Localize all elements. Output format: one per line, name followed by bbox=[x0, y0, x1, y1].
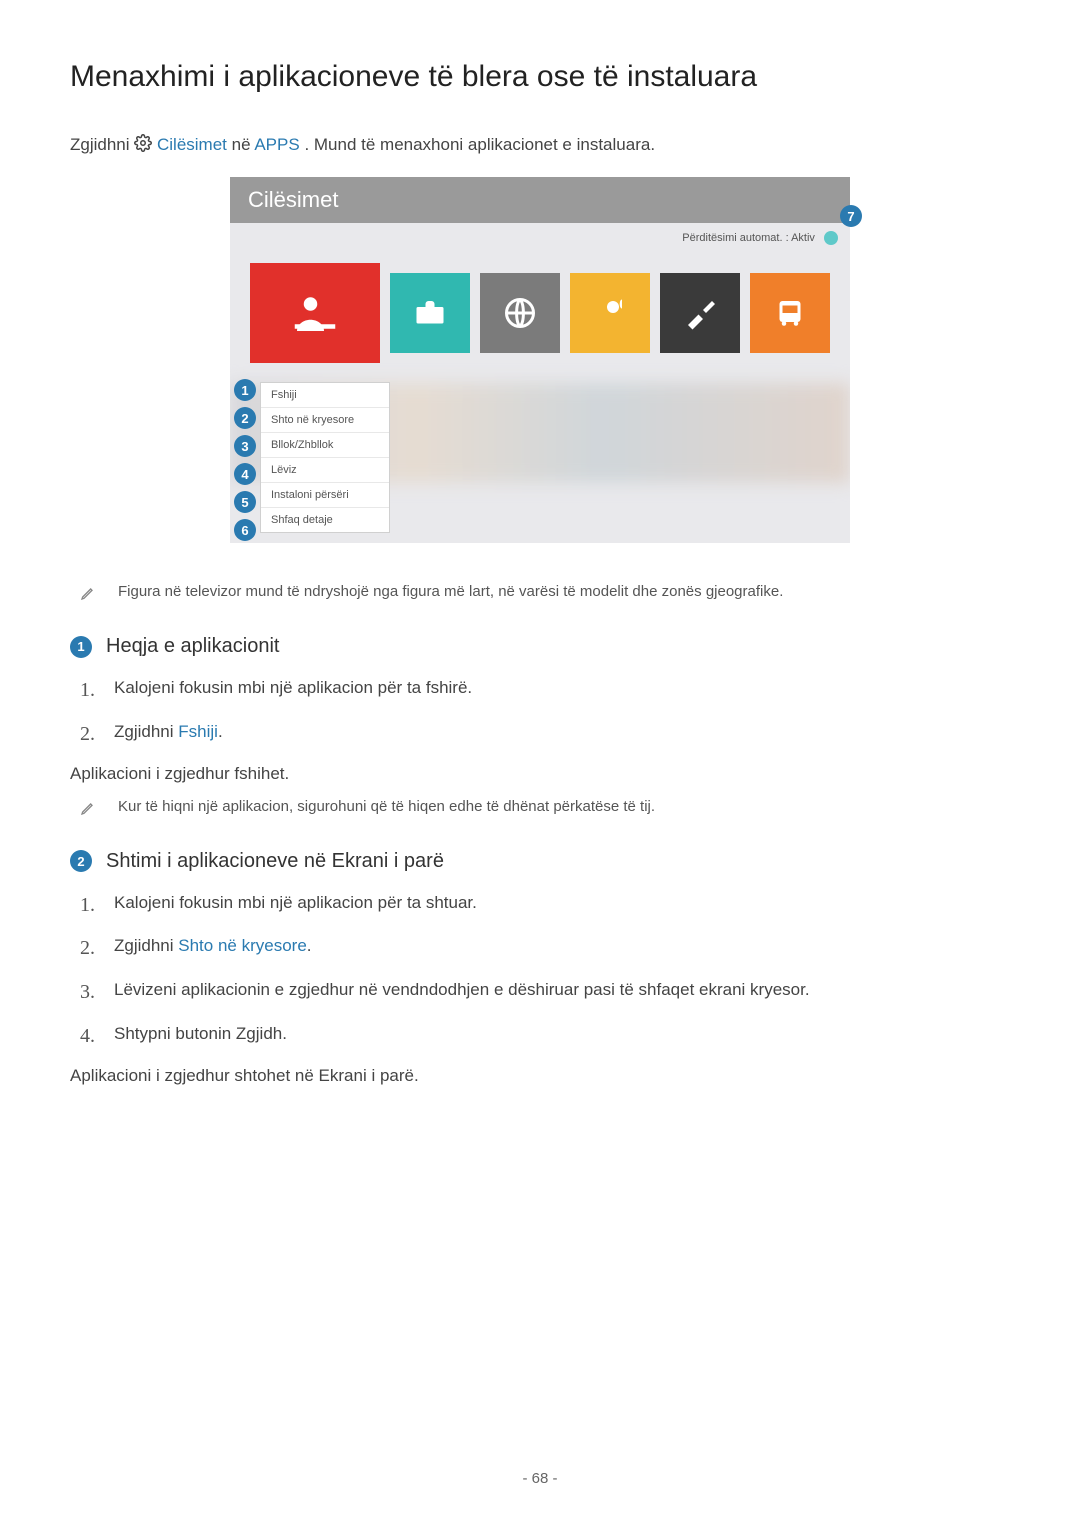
page-title: Menaxhimi i aplikacioneve të blera ose t… bbox=[70, 60, 1010, 94]
section-1-result: Aplikacioni i zgjedhur fshihet. bbox=[70, 764, 1010, 784]
callout-5: 5 bbox=[234, 491, 256, 513]
app-tile-bus[interactable] bbox=[750, 273, 830, 353]
figure-note: Figura në televizor mund të ndryshojë ng… bbox=[80, 583, 1010, 605]
app-tile-briefcase[interactable] bbox=[390, 273, 470, 353]
section-1-title: Heqja e aplikacionit bbox=[106, 635, 279, 658]
section-1-note: Kur të hiqni një aplikacion, sigurohuni … bbox=[80, 798, 1010, 820]
app-tile-food[interactable] bbox=[570, 273, 650, 353]
gear-icon bbox=[134, 134, 152, 157]
figure-header: Cilësimet bbox=[230, 177, 850, 223]
callout-1: 1 bbox=[234, 379, 256, 401]
auto-update-row: Përditësimi automat. : Aktiv bbox=[230, 223, 850, 253]
intro-pre: Zgjidhni bbox=[70, 135, 134, 154]
section-1-heading: 1 Heqja e aplikacionit bbox=[70, 635, 1010, 658]
s1-step-1-text: Kalojeni fokusin mbi një aplikacion për … bbox=[114, 678, 472, 697]
callout-7: 7 bbox=[840, 205, 862, 227]
s2-step-3: Lëvizeni aplikacionin e zgjedhur në vend… bbox=[80, 978, 1010, 1002]
app-tile-tools[interactable] bbox=[660, 273, 740, 353]
s1-step-2-link[interactable]: Fshiji bbox=[178, 722, 218, 741]
s1-step-1: Kalojeni fokusin mbi një aplikacion për … bbox=[80, 676, 1010, 700]
pencil-icon bbox=[80, 585, 98, 605]
menu-item-reinstall[interactable]: Instaloni përsëri bbox=[261, 483, 389, 508]
menu-item-lock[interactable]: Bllok/Zhbllok bbox=[261, 433, 389, 458]
callout-2: 2 bbox=[234, 407, 256, 429]
figure-note-text: Figura në televizor mund të ndryshojë ng… bbox=[118, 583, 783, 605]
s1-step-2: Zgjidhni Fshiji. bbox=[80, 720, 1010, 744]
intro-line: Zgjidhni Cilësimet në APPS . Mund të men… bbox=[70, 134, 1010, 157]
s2-step-3-text: Lëvizeni aplikacionin e zgjedhur në vend… bbox=[114, 980, 810, 999]
s1-step-2-pre: Zgjidhni bbox=[114, 722, 178, 741]
toggle-on-icon[interactable] bbox=[824, 231, 838, 245]
section-2-heading: 2 Shtimi i aplikacioneve në Ekrani i par… bbox=[70, 850, 1010, 873]
menu-item-add-home[interactable]: Shto në kryesore bbox=[261, 408, 389, 433]
section-1-note-text: Kur të hiqni një aplikacion, sigurohuni … bbox=[118, 798, 655, 820]
s2-step-4-text: Shtypni butonin Zgjidh. bbox=[114, 1024, 287, 1043]
s2-step-1-text: Kalojeni fokusin mbi një aplikacion për … bbox=[114, 893, 477, 912]
s1-step-2-post: . bbox=[218, 722, 223, 741]
app-tile-featured[interactable] bbox=[250, 263, 380, 363]
callout-6: 6 bbox=[234, 519, 256, 541]
menu-item-details[interactable]: Shfaq detaje bbox=[261, 508, 389, 532]
section-2-result: Aplikacioni i zgjedhur shtohet në Ekrani… bbox=[70, 1066, 1010, 1086]
section-2-steps: Kalojeni fokusin mbi një aplikacion për … bbox=[80, 891, 1010, 1046]
s2-step-2-link[interactable]: Shto në kryesore bbox=[178, 936, 307, 955]
menu-item-delete[interactable]: Fshiji bbox=[261, 383, 389, 408]
intro-link-apps[interactable]: APPS bbox=[254, 135, 299, 154]
context-menu: Fshiji Shto në kryesore Bllok/Zhbllok Lë… bbox=[260, 382, 390, 533]
s2-step-2-post: . bbox=[307, 936, 312, 955]
callout-3: 3 bbox=[234, 435, 256, 457]
section-1-badge: 1 bbox=[70, 636, 92, 658]
callout-4: 4 bbox=[234, 463, 256, 485]
s2-step-2: Zgjidhni Shto në kryesore. bbox=[80, 934, 1010, 958]
s2-step-1: Kalojeni fokusin mbi një aplikacion për … bbox=[80, 891, 1010, 915]
s2-step-2-pre: Zgjidhni bbox=[114, 936, 178, 955]
app-tile-globe[interactable] bbox=[480, 273, 560, 353]
pencil-icon bbox=[80, 800, 98, 820]
menu-item-move[interactable]: Lëviz bbox=[261, 458, 389, 483]
section-2-title: Shtimi i aplikacioneve në Ekrani i parë bbox=[106, 850, 444, 873]
section-2-badge: 2 bbox=[70, 850, 92, 872]
settings-figure: Cilësimet Përditësimi automat. : Aktiv F… bbox=[230, 177, 850, 543]
auto-update-label: Përditësimi automat. : Aktiv bbox=[682, 232, 815, 244]
section-1-steps: Kalojeni fokusin mbi një aplikacion për … bbox=[80, 676, 1010, 744]
app-tile-row bbox=[230, 253, 850, 363]
intro-link-settings[interactable]: Cilësimet bbox=[157, 135, 227, 154]
intro-mid: në bbox=[232, 135, 255, 154]
s2-step-4: Shtypni butonin Zgjidh. bbox=[80, 1022, 1010, 1046]
page-number: - 68 - bbox=[0, 1470, 1080, 1487]
intro-post: . Mund të menaxhoni aplikacionet e insta… bbox=[304, 135, 655, 154]
